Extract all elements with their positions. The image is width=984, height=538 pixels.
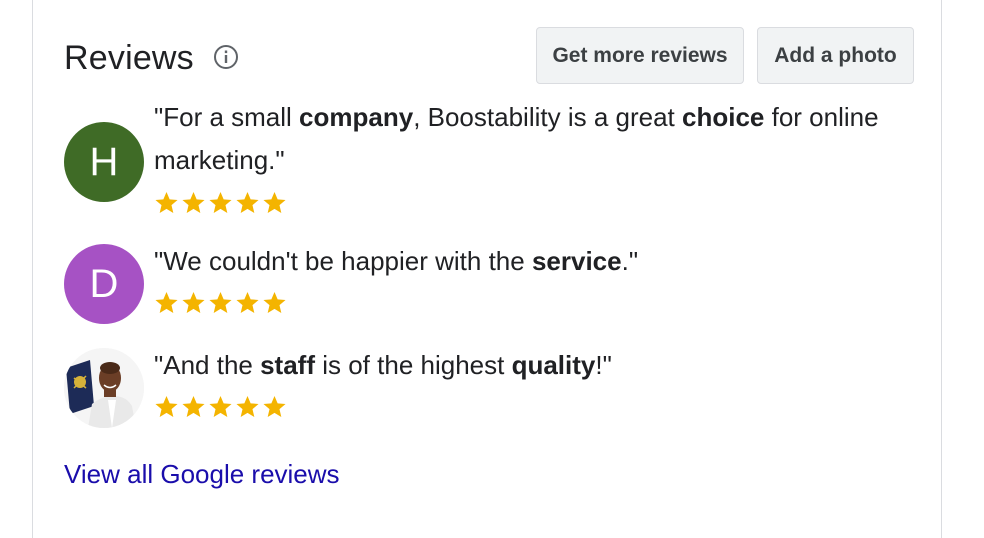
reviews-title: Reviews	[64, 39, 194, 77]
person-photo-icon	[64, 348, 144, 428]
star-icon	[153, 394, 180, 420]
star-rating	[153, 290, 288, 316]
star-icon	[207, 190, 234, 216]
quote-text: is of the highest	[315, 350, 512, 380]
quote-text: !"	[595, 350, 612, 380]
star-icon	[180, 290, 207, 316]
review-quote: "We couldn't be happier with the service…	[154, 240, 884, 283]
quote-text: , Boostability is a great	[413, 102, 682, 132]
get-more-reviews-button[interactable]: Get more reviews	[536, 27, 744, 84]
quote-text: "And the	[154, 350, 261, 380]
add-photo-button[interactable]: Add a photo	[757, 27, 914, 84]
review-quote: "And the staff is of the highest quality…	[154, 344, 884, 387]
avatar[interactable]	[64, 348, 144, 428]
view-all-reviews-link[interactable]: View all Google reviews	[64, 459, 340, 490]
avatar[interactable]: D	[64, 244, 144, 324]
quote-keyword: company	[299, 102, 414, 132]
star-icon	[153, 190, 180, 216]
review-quote: "For a small company, Boostability is a …	[154, 96, 884, 182]
star-icon	[180, 190, 207, 216]
info-icon[interactable]	[213, 44, 239, 70]
star-icon	[261, 190, 288, 216]
star-icon	[180, 394, 207, 420]
star-icon	[234, 394, 261, 420]
star-icon	[207, 394, 234, 420]
avatar[interactable]: H	[64, 122, 144, 202]
star-icon	[261, 394, 288, 420]
star-icon	[207, 290, 234, 316]
star-icon	[234, 290, 261, 316]
quote-keyword: staff	[260, 350, 315, 380]
star-rating	[153, 394, 288, 420]
quote-text: "We couldn't be happier with the	[154, 246, 532, 276]
quote-text: "For a small	[154, 102, 300, 132]
star-icon	[153, 290, 180, 316]
star-icon	[234, 190, 261, 216]
quote-keyword: choice	[682, 102, 765, 132]
quote-keyword: service	[531, 246, 622, 276]
reviews-panel: Reviews Get more reviews Add a photo H "…	[32, 0, 942, 538]
quote-text: ."	[621, 246, 639, 276]
quote-keyword: quality	[511, 350, 596, 380]
avatar-letter: H	[89, 139, 119, 184]
star-icon	[261, 290, 288, 316]
star-rating	[153, 190, 288, 216]
avatar-letter: D	[89, 261, 119, 306]
